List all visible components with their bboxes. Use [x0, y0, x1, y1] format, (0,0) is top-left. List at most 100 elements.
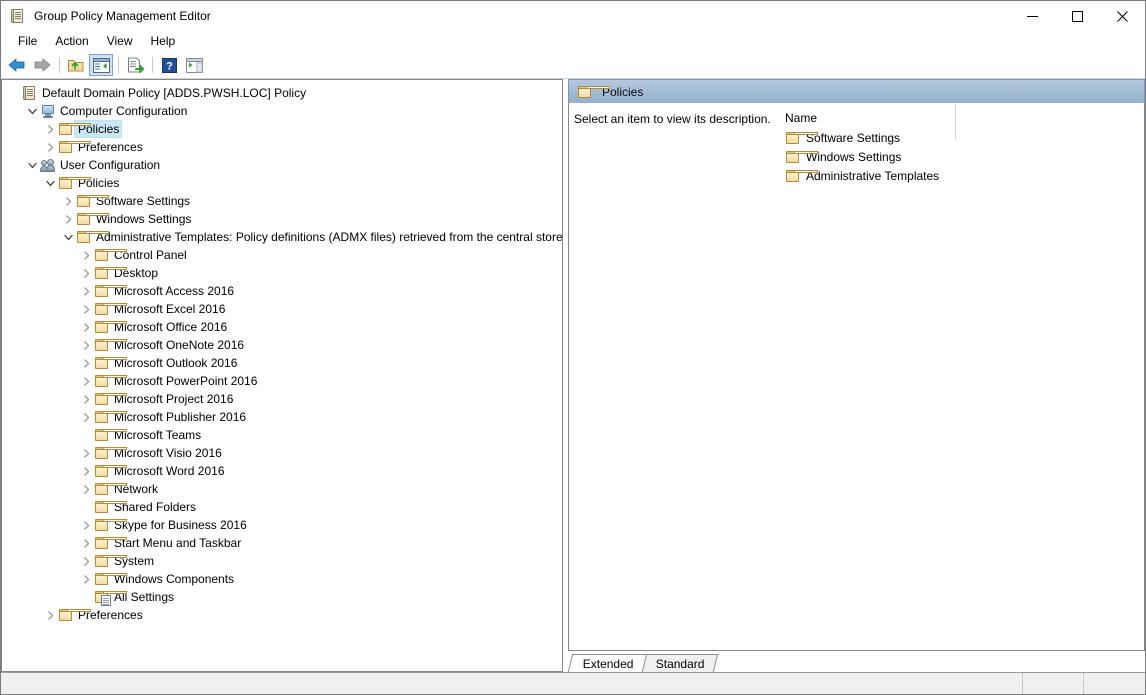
- tree-node[interactable]: Preferences: [2, 606, 562, 624]
- tree-node[interactable]: User Configuration: [2, 156, 562, 174]
- folder-icon: [76, 193, 110, 209]
- chevron-right-icon[interactable]: [42, 607, 58, 623]
- tree-node[interactable]: Administrative Templates: Policy definit…: [2, 228, 562, 246]
- tab-standard-label: Standard: [655, 656, 705, 671]
- tree-node[interactable]: Policies: [2, 120, 562, 138]
- tab-extended-label: Extended: [582, 656, 634, 671]
- tree-node[interactable]: Microsoft Project 2016: [2, 390, 562, 408]
- chevron-right-icon[interactable]: [78, 391, 94, 407]
- console-tree-pane[interactable]: Default Domain Policy [ADDS.PWSH.LOC] Po…: [1, 79, 563, 672]
- chevron-right-icon[interactable]: [78, 283, 94, 299]
- tree-node[interactable]: Microsoft Excel 2016: [2, 300, 562, 318]
- results-list[interactable]: Name Software Settings Windows Settings Ad…: [779, 103, 1144, 650]
- tree-node[interactable]: Computer Configuration: [2, 102, 562, 120]
- chevron-down-icon[interactable]: [24, 103, 40, 119]
- tree-node[interactable]: Control Panel: [2, 246, 562, 264]
- tree-node[interactable]: Microsoft Outlook 2016: [2, 354, 562, 372]
- tree-node[interactable]: All Settings: [2, 588, 562, 606]
- chevron-right-icon[interactable]: [78, 247, 94, 263]
- tree-node[interactable]: Skype for Business 2016: [2, 516, 562, 534]
- export-list-button[interactable]: [123, 54, 147, 76]
- tree-node[interactable]: Shared Folders: [2, 498, 562, 516]
- folder-icon: [94, 463, 128, 479]
- minimize-button[interactable]: [1010, 1, 1055, 31]
- chevron-right-icon[interactable]: [42, 121, 58, 137]
- chevron-down-icon[interactable]: [60, 229, 76, 245]
- chevron-right-icon[interactable]: [42, 139, 58, 155]
- chevron-down-icon[interactable]: [42, 175, 58, 191]
- toolbar-separator-3: [152, 57, 153, 73]
- chevron-right-icon[interactable]: [78, 445, 94, 461]
- chevron-right-icon[interactable]: [78, 265, 94, 281]
- menu-help[interactable]: Help: [142, 32, 185, 51]
- menu-file[interactable]: File: [9, 32, 46, 51]
- chevron-right-icon[interactable]: [78, 463, 94, 479]
- folder-icon: [58, 139, 92, 155]
- tree-node[interactable]: Windows Components: [2, 570, 562, 588]
- list-item[interactable]: Administrative Templates: [779, 166, 1144, 185]
- chevron-right-icon[interactable]: [60, 193, 76, 209]
- forward-button[interactable]: [30, 54, 54, 76]
- tree-node[interactable]: Microsoft PowerPoint 2016: [2, 372, 562, 390]
- tree-node[interactable]: Microsoft Access 2016: [2, 282, 562, 300]
- tree-node[interactable]: Desktop: [2, 264, 562, 282]
- folder-icon: [94, 499, 128, 515]
- chevron-placeholder: [78, 589, 94, 605]
- chevron-right-icon[interactable]: [78, 517, 94, 533]
- chevron-right-icon[interactable]: [78, 409, 94, 425]
- tree-node[interactable]: Microsoft OneNote 2016: [2, 336, 562, 354]
- gpme-window: Group Policy Management Editor File Acti…: [0, 0, 1146, 695]
- menu-bar: File Action View Help: [1, 31, 1145, 52]
- back-button[interactable]: [5, 54, 29, 76]
- main-body: Default Domain Policy [ADDS.PWSH.LOC] Po…: [1, 79, 1145, 672]
- column-header-name[interactable]: Name: [779, 108, 1144, 128]
- chevron-right-icon[interactable]: [78, 373, 94, 389]
- tree-node[interactable]: Default Domain Policy [ADDS.PWSH.LOC] Po…: [2, 84, 562, 102]
- tree-node[interactable]: Microsoft Publisher 2016: [2, 408, 562, 426]
- chevron-right-icon[interactable]: [78, 553, 94, 569]
- tree-node[interactable]: Windows Settings: [2, 210, 562, 228]
- tree-node[interactable]: Software Settings: [2, 192, 562, 210]
- chevron-right-icon[interactable]: [78, 571, 94, 587]
- chevron-right-icon[interactable]: [78, 301, 94, 317]
- help-button[interactable]: ?: [157, 54, 181, 76]
- chevron-right-icon[interactable]: [78, 481, 94, 497]
- tree-node[interactable]: Preferences: [2, 138, 562, 156]
- tree-node[interactable]: System: [2, 552, 562, 570]
- menu-action[interactable]: Action: [46, 32, 97, 51]
- show-hide-console-tree-button[interactable]: [89, 54, 113, 76]
- chevron-right-icon[interactable]: [78, 319, 94, 335]
- tree-node[interactable]: Network: [2, 480, 562, 498]
- tree-node-label: Computer Configuration: [60, 103, 188, 118]
- tree-node[interactable]: Microsoft Office 2016: [2, 318, 562, 336]
- folder-icon: [94, 571, 128, 587]
- tree-node-label: Start Menu and Taskbar: [114, 535, 242, 550]
- up-one-level-button[interactable]: [64, 54, 88, 76]
- maximize-button[interactable]: [1055, 1, 1100, 31]
- list-item[interactable]: Software Settings: [779, 128, 1144, 147]
- tree-node-label: Microsoft PowerPoint 2016: [114, 373, 258, 388]
- folder-icon: [785, 130, 819, 146]
- tab-standard[interactable]: Standard: [640, 654, 718, 672]
- folder-icon: [94, 373, 128, 389]
- tree-node[interactable]: Microsoft Word 2016: [2, 462, 562, 480]
- chevron-down-icon[interactable]: [24, 157, 40, 173]
- list-item[interactable]: Windows Settings: [779, 147, 1144, 166]
- chevron-placeholder: [78, 499, 94, 515]
- status-text: [1, 673, 1022, 694]
- menu-view[interactable]: View: [98, 32, 142, 51]
- tab-extended[interactable]: Extended: [567, 654, 647, 672]
- tree-node[interactable]: Microsoft Teams: [2, 426, 562, 444]
- chevron-right-icon[interactable]: [60, 211, 76, 227]
- tree-node[interactable]: Policies: [2, 174, 562, 192]
- view-tabs: Extended Standard: [567, 651, 1145, 672]
- chevron-right-icon[interactable]: [78, 337, 94, 353]
- show-hide-action-pane-button[interactable]: [182, 54, 206, 76]
- chevron-right-icon[interactable]: [78, 535, 94, 551]
- tree-node[interactable]: Start Menu and Taskbar: [2, 534, 562, 552]
- chevron-right-icon[interactable]: [78, 355, 94, 371]
- tree-node[interactable]: Microsoft Visio 2016: [2, 444, 562, 462]
- folder-icon: [94, 409, 128, 425]
- close-button[interactable]: [1100, 1, 1145, 31]
- console-tree: Default Domain Policy [ADDS.PWSH.LOC] Po…: [2, 80, 562, 624]
